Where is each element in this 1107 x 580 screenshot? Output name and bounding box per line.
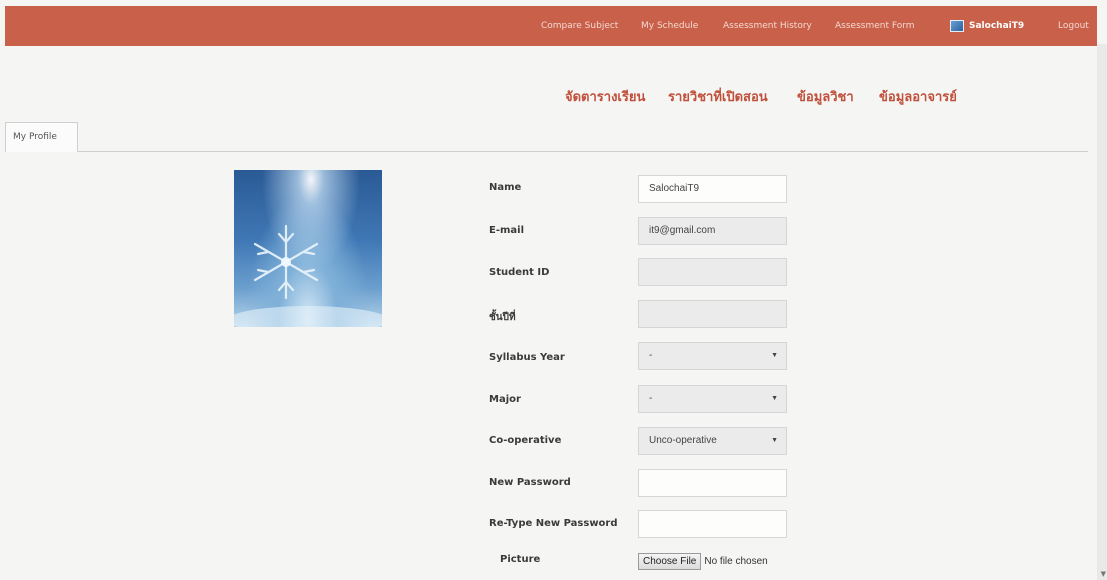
- name-field[interactable]: SalochaiT9: [638, 175, 787, 203]
- nav-assessment-history-link[interactable]: Assessment History: [723, 21, 812, 31]
- syllabus-year-label: Syllabus Year: [489, 352, 565, 363]
- coop-value: Unco-operative: [649, 435, 717, 446]
- snowflake-icon: [234, 224, 382, 327]
- tab-my-profile-label: My Profile: [13, 132, 57, 142]
- nav-my-schedule[interactable]: My Schedule: [641, 6, 698, 46]
- student-id-field[interactable]: [638, 258, 787, 286]
- year-label: ชั้นปีที่: [489, 312, 516, 323]
- new-password-input[interactable]: [638, 469, 787, 497]
- coop-label: Co-operative: [489, 435, 562, 446]
- syllabus-year-select[interactable]: - ▼: [638, 342, 787, 370]
- coop-select[interactable]: Unco-operative ▼: [638, 427, 787, 455]
- nav-assessment-form[interactable]: Assessment Form: [835, 6, 915, 46]
- email-field[interactable]: it9@gmail.com: [638, 217, 787, 245]
- student-id-label: Student ID: [489, 267, 550, 278]
- nav-course-info[interactable]: ข้อมูลวิชา: [797, 86, 854, 107]
- file-status: No file chosen: [704, 556, 768, 567]
- nav-compare-subject[interactable]: Compare Subject: [541, 6, 618, 46]
- name-label: Name: [489, 182, 522, 193]
- user-avatar-icon: [950, 20, 964, 32]
- dropdown-arrow-icon: ▼: [771, 395, 778, 402]
- tab-my-profile[interactable]: My Profile: [5, 122, 78, 152]
- user-name[interactable]: SalochaiT9: [969, 21, 1024, 31]
- nav-assessment-history[interactable]: Assessment History: [723, 6, 812, 46]
- choose-file-button[interactable]: Choose File: [638, 553, 702, 570]
- year-field[interactable]: [638, 300, 787, 328]
- dropdown-arrow-icon: ▼: [771, 437, 778, 444]
- user-menu[interactable]: SalochaiT9: [950, 6, 1024, 46]
- major-select[interactable]: - ▼: [638, 385, 787, 413]
- logout[interactable]: Logout: [1058, 6, 1089, 46]
- new-password-label: New Password: [489, 477, 571, 488]
- scroll-down-icon[interactable]: ▼: [1101, 570, 1106, 578]
- syllabus-year-value: -: [649, 350, 653, 361]
- retype-password-label: Re-Type New Password: [489, 518, 618, 529]
- tab-divider: [78, 151, 1088, 152]
- logout-link[interactable]: Logout: [1058, 21, 1089, 31]
- nav-offered-courses[interactable]: รายวิชาที่เปิดสอน: [668, 86, 768, 107]
- picture-label: Picture: [500, 554, 541, 565]
- dropdown-arrow-icon: ▼: [771, 352, 778, 359]
- nav-my-schedule-link[interactable]: My Schedule: [641, 21, 698, 31]
- retype-password-input[interactable]: [638, 510, 787, 538]
- nav-compare-subject-link[interactable]: Compare Subject: [541, 21, 618, 31]
- picture-file-input[interactable]: Choose File No file chosen: [638, 553, 768, 570]
- top-navbar: Compare Subject My Schedule Assessment H…: [5, 6, 1097, 46]
- profile-picture: [234, 170, 382, 327]
- nav-timetable[interactable]: จัดตารางเรียน: [565, 86, 645, 107]
- nav-teacher-info[interactable]: ข้อมูลอาจารย์: [879, 86, 957, 107]
- profile-page: Compare Subject My Schedule Assessment H…: [0, 0, 1107, 580]
- email-label: E-mail: [489, 225, 525, 236]
- scrollbar[interactable]: ▼: [1097, 44, 1107, 580]
- major-label: Major: [489, 394, 521, 405]
- nav-assessment-form-link[interactable]: Assessment Form: [835, 21, 915, 31]
- major-value: -: [649, 393, 653, 404]
